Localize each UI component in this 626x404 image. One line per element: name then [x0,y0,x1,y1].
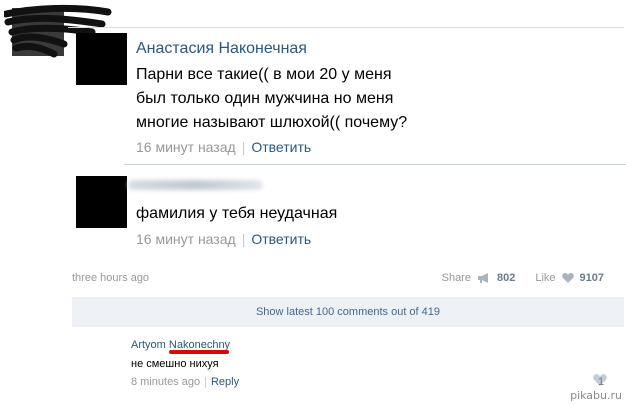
divider [124,164,626,165]
commenter-avatar[interactable] [76,176,127,228]
reply-message: фамилия у тебя неудачная [136,205,338,222]
meta-separator: | [241,139,246,155]
post-meta: 16 минут назад | Ответить [136,139,311,155]
post-message-line: многие называют шлюхой(( почему? [136,114,408,131]
watermark: pikabu.ru [570,389,622,402]
show-more-comments-button[interactable]: Show latest 100 comments out of 419 [72,297,624,327]
heart-icon[interactable] [561,273,574,283]
meta-separator: | [241,231,246,247]
like-label[interactable]: Like [535,272,555,284]
comment-like-count: 1 [598,376,605,388]
reply-time[interactable]: 16 минут назад [136,231,236,247]
like-count: 9107 [579,272,604,284]
red-underline-mark [169,350,229,354]
reply-meta: 16 минут назад | Ответить [136,231,311,247]
comment-text: не смешно нихуя [131,358,219,370]
post-time[interactable]: 16 минут назад [136,139,236,155]
share-count: 802 [496,272,516,284]
post-message: Парни все такие(( в мои 20 у меня был то… [136,63,456,135]
reply-reply-link[interactable]: Ответить [251,231,311,247]
author-avatar[interactable] [76,33,127,85]
footer-time[interactable]: three hours ago [72,272,149,284]
author-name-link[interactable]: Анастасия Наконечная [136,40,307,58]
post-message-line: был только один мужчина но меня [136,90,394,107]
comment-time[interactable]: 8 minutes ago [131,376,200,388]
post-message-line: Парни все такие(( в мои 20 у меня [136,66,392,83]
share-label[interactable]: Share [442,272,471,284]
megaphone-icon[interactable] [477,273,491,283]
footer-stats: Share 802 Like 9107 [442,272,604,284]
meta-separator: | [204,376,207,388]
blurred-commenter-name [128,180,263,190]
comment-meta: 8 minutes ago | Reply [131,376,239,388]
comment-author-first[interactable]: Artyom [131,339,166,351]
post-reply-link[interactable]: Ответить [251,139,311,155]
comment-reply-link[interactable]: Reply [211,376,239,388]
post-footer: three hours ago Share 802 Like 9107 [72,270,624,288]
